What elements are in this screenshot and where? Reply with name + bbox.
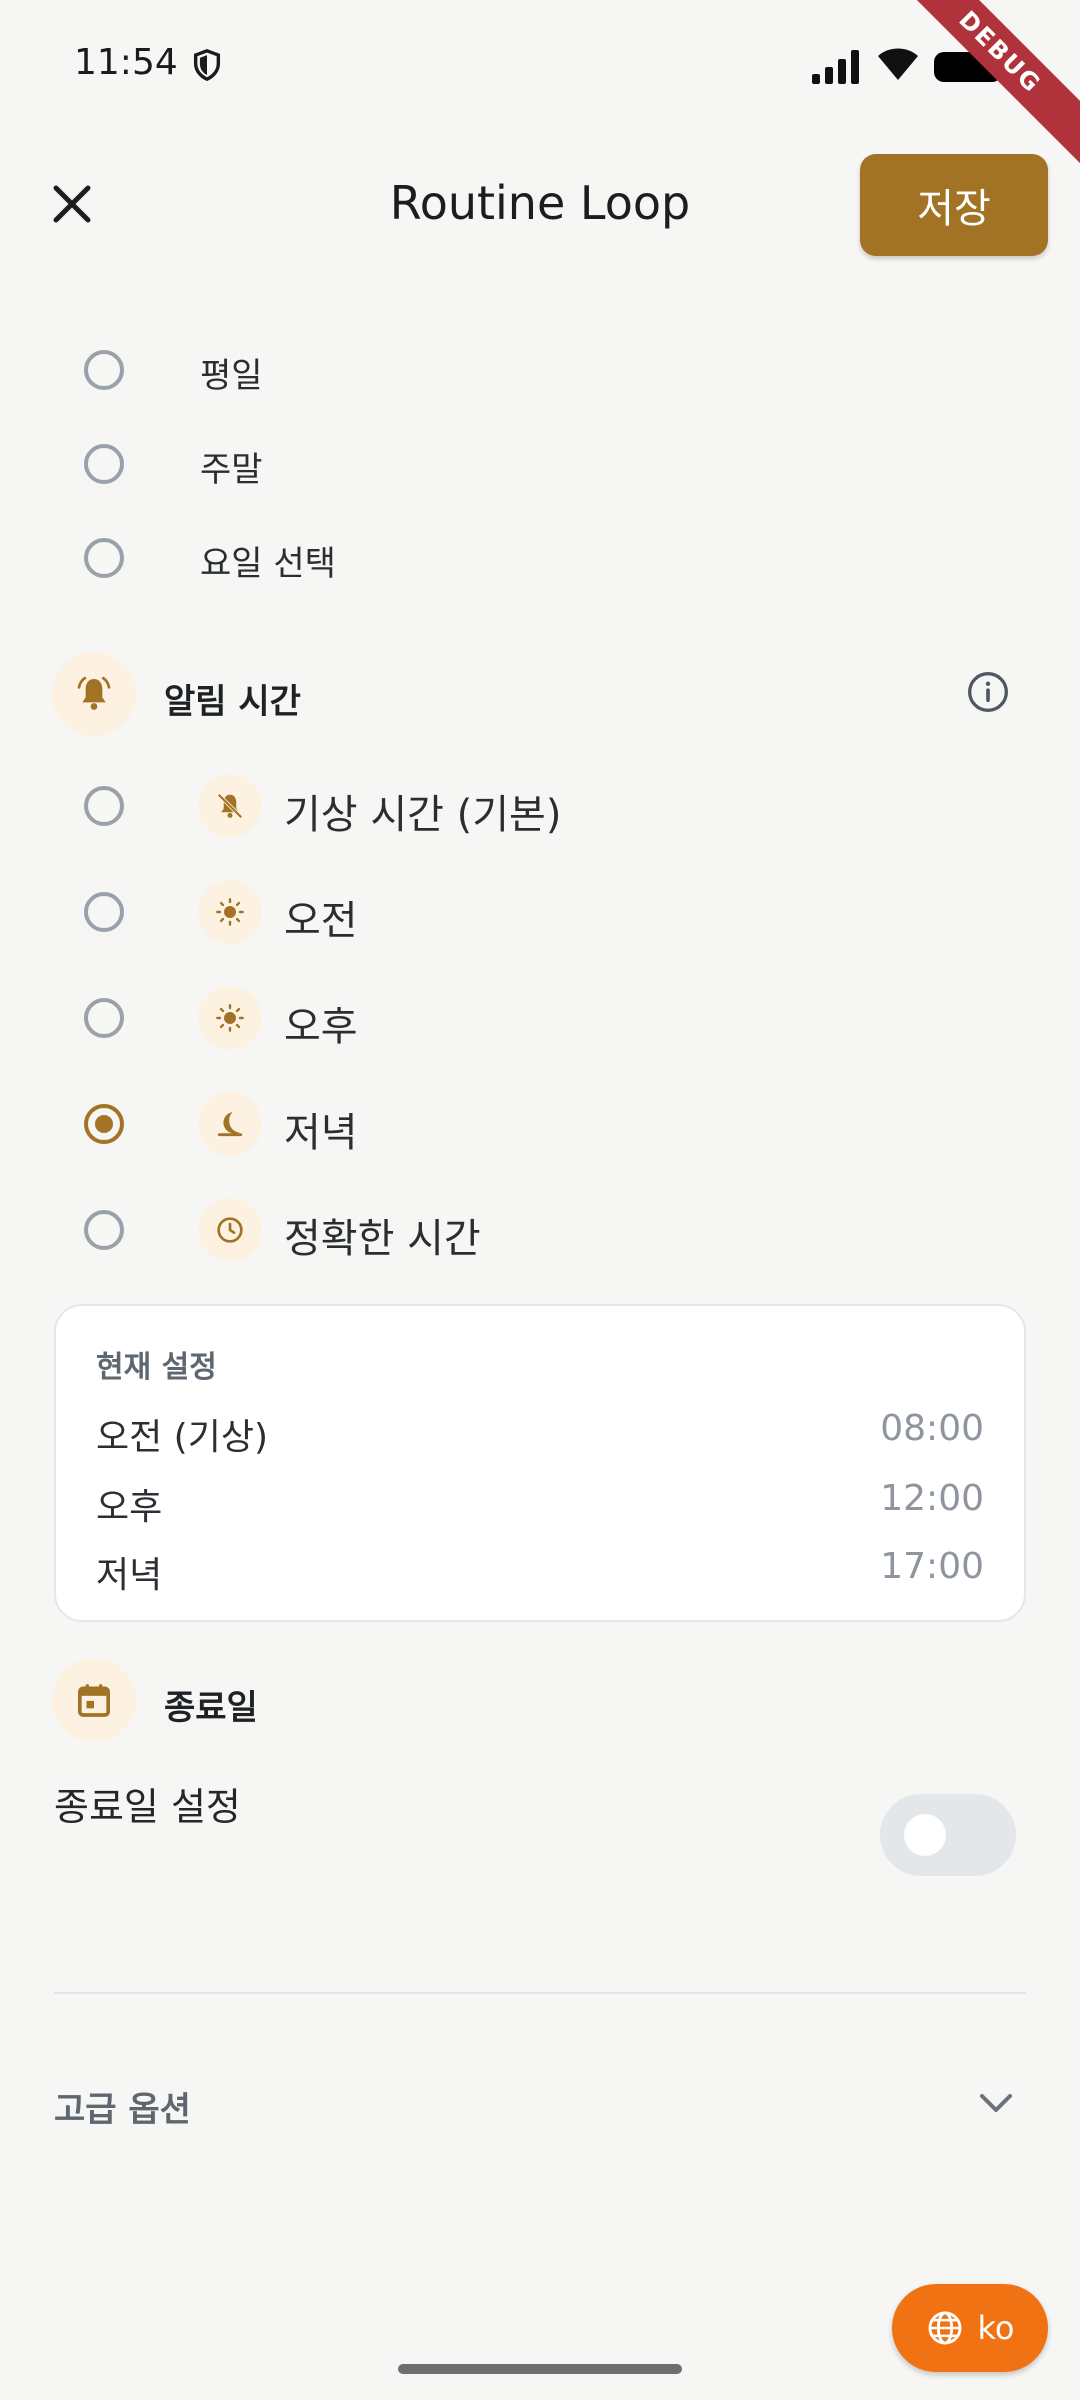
settings-row-value: 08:00 — [880, 1408, 984, 1449]
alarm-option-icon — [198, 880, 262, 944]
repeat-option-label: 평일 — [200, 356, 263, 396]
toggle-knob — [904, 1814, 946, 1856]
settings-row-label: 저녁 — [96, 1555, 163, 1596]
settings-row-label: 오전 (기상) — [96, 1417, 269, 1458]
alarm-option-icon — [198, 986, 262, 1050]
end-date-section-title: 종료일 — [164, 1688, 258, 1728]
settings-row: 오후 12:00 — [96, 1478, 984, 1530]
alarm-section-icon — [52, 652, 136, 736]
radio-afternoon[interactable] — [84, 998, 124, 1038]
alarm-option-icon — [198, 774, 262, 838]
sun-icon — [216, 898, 244, 926]
debug-banner: DEBUG — [878, 0, 1080, 174]
language-label: ko — [977, 2309, 1015, 2347]
alarm-option-label: 저녁 — [284, 1110, 358, 1156]
clock-icon — [217, 1217, 243, 1243]
repeat-options: 매일 평일 주말 요일 선택 — [0, 256, 1080, 616]
radio-weekdays[interactable] — [84, 350, 124, 390]
radio-custom-days[interactable] — [84, 538, 124, 578]
language-button[interactable]: ko — [892, 2284, 1048, 2372]
chevron-down-icon[interactable] — [976, 2086, 1016, 2122]
alarm-option-evening[interactable]: 저녁 — [0, 1092, 1080, 1164]
radio-evening[interactable] — [84, 1104, 124, 1144]
current-settings-title: 현재 설정 — [96, 1350, 217, 1385]
settings-row: 저녁 17:00 — [96, 1546, 984, 1598]
wifi-icon — [878, 48, 918, 80]
alarm-option-wake[interactable]: 기상 시간 (기본) — [0, 774, 1080, 846]
save-button[interactable]: 저장 — [860, 154, 1048, 256]
alarm-option-afternoon[interactable]: 오후 — [0, 986, 1080, 1058]
home-indicator — [398, 2364, 682, 2374]
settings-row-value: 12:00 — [880, 1478, 984, 1519]
alarm-option-label: 오후 — [284, 1004, 358, 1050]
alarm-option-label: 기상 시간 (기본) — [284, 792, 562, 838]
alarm-option-icon — [198, 1198, 262, 1262]
alarm-section-title: 알림 시간 — [164, 682, 301, 722]
alarm-option-label: 오전 — [284, 898, 358, 944]
repeat-option-label: 주말 — [200, 450, 263, 490]
settings-row: 오전 (기상) 08:00 — [96, 1408, 984, 1460]
current-settings-card: 현재 설정 오전 (기상) 08:00 오후 12:00 저녁 17:00 — [54, 1304, 1026, 1622]
bell-off-icon — [217, 793, 243, 819]
alarm-option-exact[interactable]: 정확한 시간 — [0, 1198, 1080, 1270]
settings-row-value: 17:00 — [880, 1546, 984, 1587]
shield-icon — [193, 49, 221, 82]
globe-icon — [928, 2311, 961, 2345]
alarm-option-label: 정확한 시간 — [284, 1216, 481, 1262]
bell-ring-icon — [77, 676, 111, 710]
repeat-option-label: 요일 선택 — [200, 544, 336, 584]
advanced-options-label[interactable]: 고급 옵션 — [54, 2082, 191, 2131]
sun-icon — [216, 1004, 244, 1032]
end-date-toggle-label: 종료일 설정 — [54, 1785, 241, 1829]
status-time: 11:54 — [74, 42, 178, 83]
alarm-option-morning[interactable]: 오전 — [0, 880, 1080, 952]
radio-morning[interactable] — [84, 892, 124, 932]
repeat-option-custom-days[interactable]: 요일 선택 — [0, 256, 1080, 584]
calendar-icon — [78, 1684, 110, 1717]
divider — [54, 1992, 1026, 1994]
radio-weekends[interactable] — [84, 444, 124, 484]
end-date-toggle[interactable] — [880, 1794, 1016, 1876]
end-date-section-icon — [52, 1658, 136, 1742]
moon-icon — [217, 1112, 243, 1137]
alarm-option-icon — [198, 1092, 262, 1156]
signal-icon — [812, 50, 859, 84]
settings-row-label: 오후 — [96, 1487, 163, 1528]
info-icon[interactable] — [966, 670, 1010, 714]
radio-wake[interactable] — [84, 786, 124, 826]
radio-exact[interactable] — [84, 1210, 124, 1250]
